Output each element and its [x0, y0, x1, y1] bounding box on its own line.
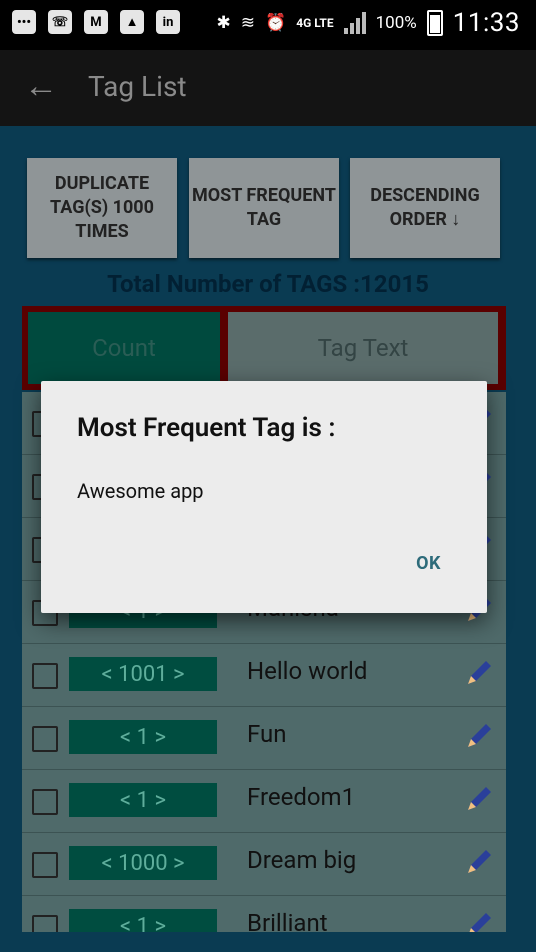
tag-text-cell: Fun [247, 720, 287, 748]
most-frequent-tag-button[interactable]: MOST FREQUENT TAG [189, 158, 339, 258]
descending-order-button[interactable]: DESCENDING ORDER ↓ [350, 158, 500, 258]
gallery-icon: ▲ [120, 10, 144, 34]
app-bar: ← Tag List [0, 50, 536, 126]
row-checkbox[interactable] [32, 726, 58, 752]
status-bar: ••• ☏ M ▲ in ✱ ≋ ⏰ 4G LTE 100% 11:33 [0, 0, 536, 50]
tag-text-cell: Freedom1 [247, 783, 356, 811]
count-cell: < 1000 > [69, 846, 217, 880]
table-row: < 1000 > Dream big [22, 833, 506, 896]
row-checkbox[interactable] [32, 852, 58, 878]
duplicate-tags-button[interactable]: DUPLICATE TAG(S) 1000 TIMES [27, 158, 177, 258]
bluetooth-icon: ✱ [216, 13, 231, 33]
table-header: Count Tag Text [22, 306, 506, 390]
count-cell: < 1 > [69, 909, 217, 932]
count-cell: < 1 > [69, 783, 217, 817]
table-row: < 1001 > Hello world [22, 644, 506, 707]
count-cell: < 1001 > [69, 657, 217, 691]
system-icons: ✱ ≋ ⏰ 4G LTE 100% 11:33 [217, 8, 520, 38]
count-cell: < 1 > [69, 720, 217, 754]
edit-pencil-icon[interactable] [462, 908, 496, 932]
ok-button[interactable]: OK [416, 553, 441, 574]
linkedin-icon: in [156, 10, 180, 34]
tag-text-cell: Dream big [247, 846, 357, 874]
total-tags-label: Total Number of TAGS :12015 [107, 270, 429, 298]
edit-pencil-icon[interactable] [462, 845, 496, 879]
gmail-icon: M [84, 10, 108, 34]
battery-icon [426, 10, 443, 36]
tag-text-cell: Brilliant [247, 909, 328, 932]
vibrate-icon: ≋ [240, 13, 256, 33]
table-row: < 1 > Freedom1 [22, 770, 506, 833]
signal-icon [343, 12, 366, 34]
battery-percent: 100% [375, 13, 417, 33]
whatsapp-icon: ☏ [48, 10, 72, 34]
table-row: < 1 > Brilliant [22, 896, 506, 932]
tag-text-cell: Hello world [247, 657, 368, 685]
count-header[interactable]: Count [28, 312, 220, 384]
dialog-message: Awesome app [77, 479, 204, 503]
edit-pencil-icon[interactable] [462, 719, 496, 753]
page-title: Tag List [88, 70, 187, 103]
edit-pencil-icon[interactable] [462, 656, 496, 690]
messages-icon: ••• [12, 10, 36, 34]
alarm-icon: ⏰ [265, 13, 287, 33]
row-checkbox[interactable] [32, 789, 58, 815]
network-type: 4G LTE [296, 16, 334, 30]
table-row: < 1 > Fun [22, 707, 506, 770]
notification-icons: ••• ☏ M ▲ in [12, 10, 180, 34]
edit-pencil-icon[interactable] [462, 782, 496, 816]
tag-text-header[interactable]: Tag Text [228, 312, 498, 384]
dialog-title: Most Frequent Tag is : [77, 413, 336, 443]
most-frequent-tag-dialog: Most Frequent Tag is : Awesome app OK [41, 381, 487, 613]
clock: 11:33 [452, 8, 520, 38]
back-arrow-icon[interactable]: ← [24, 68, 64, 108]
row-checkbox[interactable] [32, 663, 58, 689]
row-checkbox[interactable] [32, 915, 58, 932]
